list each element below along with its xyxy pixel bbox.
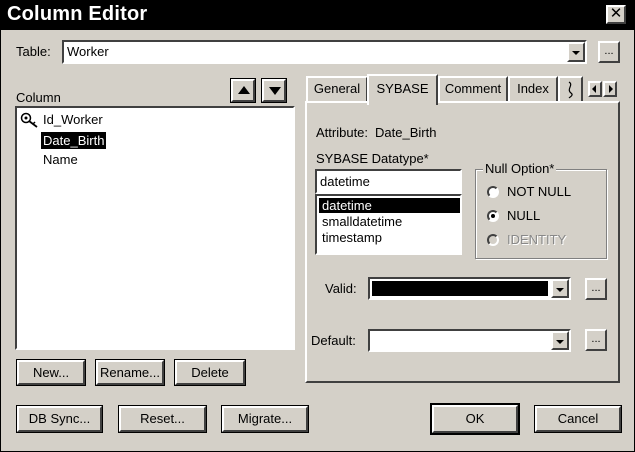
table-dropdown-button[interactable]	[567, 42, 585, 62]
table-more-button[interactable]: ...	[598, 41, 620, 63]
move-up-button[interactable]	[230, 78, 256, 103]
tab-general-label: General	[313, 81, 361, 96]
chevron-down-icon	[572, 51, 580, 55]
reset-button[interactable]: Reset...	[118, 405, 207, 433]
delete-button-label: Delete	[191, 365, 229, 380]
reset-label: Reset...	[140, 411, 185, 426]
ok-label: OK	[465, 411, 485, 426]
table-label: Table:	[16, 44, 51, 59]
move-down-button[interactable]	[261, 78, 287, 103]
arrow-down-icon	[269, 87, 281, 95]
tree-item-id-worker[interactable]: Id_Worker	[41, 111, 105, 128]
tab-index-label: Index	[517, 81, 549, 96]
close-icon: ✕	[609, 5, 623, 22]
table-value: Worker	[67, 44, 109, 59]
column-tree[interactable]: Id_Worker Date_Birth Name	[15, 106, 295, 350]
tab-scroll-left-button[interactable]	[588, 81, 602, 97]
tree-item-date-birth[interactable]: Date_Birth	[41, 132, 107, 149]
tab-panel	[305, 101, 620, 383]
tab-comment[interactable]: Comment	[438, 76, 508, 102]
ok-button[interactable]: OK	[430, 403, 520, 435]
tab-comment-label: Comment	[444, 81, 502, 96]
column-label: Column	[16, 90, 61, 105]
db-sync-button[interactable]: DB Sync...	[16, 405, 103, 433]
tree-item-name[interactable]: Name	[41, 151, 80, 168]
tab-sybase[interactable]: SYBASE	[367, 74, 438, 105]
arrow-up-icon	[238, 86, 250, 94]
migrate-button[interactable]: Migrate...	[221, 405, 309, 433]
new-button-label: New...	[32, 365, 70, 380]
db-sync-label: DB Sync...	[28, 411, 91, 426]
rename-button[interactable]: Rename...	[95, 359, 165, 386]
tab-overflow[interactable]	[558, 76, 583, 102]
tab-general[interactable]: General	[306, 76, 368, 102]
table-more-label: ...	[604, 45, 614, 57]
tab-index[interactable]: Index	[508, 76, 558, 102]
delete-button[interactable]: Delete	[174, 359, 246, 386]
tab-scroll-right-button[interactable]	[603, 81, 617, 97]
cancel-button[interactable]: Cancel	[534, 405, 622, 433]
new-button[interactable]: New...	[16, 359, 86, 386]
key-icon	[20, 112, 38, 128]
window-title: Column Editor	[7, 3, 148, 25]
rename-button-label: Rename...	[100, 365, 160, 380]
arrow-left-icon	[592, 85, 596, 93]
close-button[interactable]: ✕	[606, 5, 626, 24]
migrate-label: Migrate...	[237, 411, 293, 426]
cancel-label: Cancel	[557, 411, 599, 426]
table-select[interactable]: Worker	[62, 40, 587, 64]
column-editor-window: Column Editor ✕ Table: Worker ... Column…	[0, 0, 635, 452]
arrow-right-icon	[609, 85, 613, 93]
title-bar[interactable]: Column Editor ✕	[1, 1, 634, 30]
tab-sybase-label: SYBASE	[376, 81, 429, 96]
tab-overflow-glyph-icon	[568, 81, 573, 99]
